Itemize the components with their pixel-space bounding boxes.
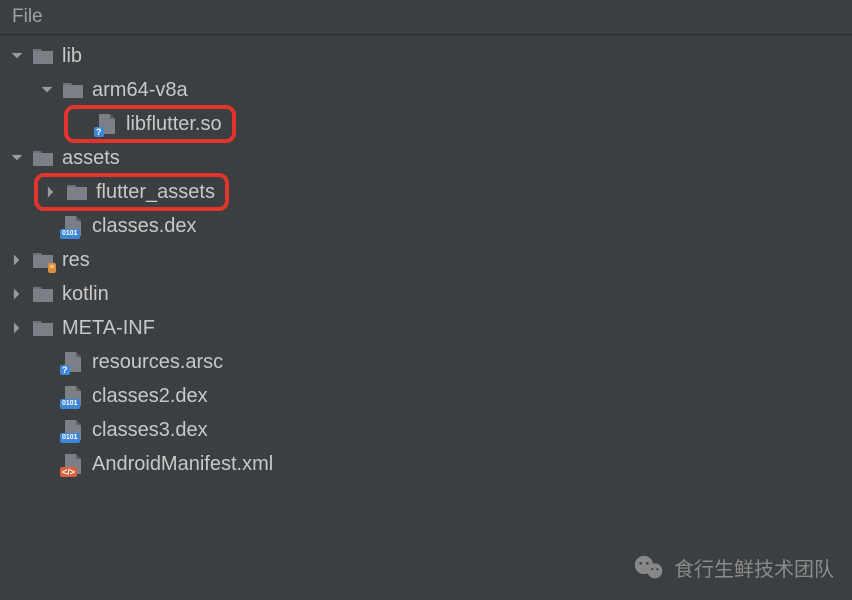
file-binary-icon: 0101 bbox=[62, 215, 84, 237]
highlight-box: flutter_assets bbox=[34, 173, 229, 211]
tree-item-label: AndroidManifest.xml bbox=[92, 453, 273, 476]
folder-icon bbox=[32, 45, 54, 67]
tree-item-label: assets bbox=[62, 147, 120, 170]
chevron-down-icon[interactable] bbox=[8, 47, 26, 65]
chevron-right-icon[interactable] bbox=[8, 319, 26, 337]
folder-icon bbox=[32, 317, 54, 339]
tree-item-label: classes.dex bbox=[92, 215, 197, 238]
folder-res-icon: ≡ bbox=[32, 249, 54, 271]
file-xml-icon: </> bbox=[62, 453, 84, 475]
highlight-box: ? libflutter.so bbox=[64, 105, 236, 143]
watermark-text: 食行生鲜技术团队 bbox=[674, 553, 834, 582]
panel-header: File bbox=[0, 0, 852, 35]
folder-icon bbox=[32, 147, 54, 169]
file-tree: lib arm64-v8a? libflutter.so assets flutter_… bbox=[0, 35, 852, 485]
file-binary-icon: 0101 bbox=[62, 385, 84, 407]
tree-item-label: resources.arsc bbox=[92, 351, 223, 374]
tree-row[interactable]: 0101 classes2.dex bbox=[0, 379, 852, 413]
tree-row[interactable]: arm64-v8a bbox=[0, 73, 852, 107]
wechat-icon bbox=[634, 555, 664, 581]
chevron-right-icon[interactable] bbox=[8, 285, 26, 303]
tree-row[interactable]: META-INF bbox=[0, 311, 852, 345]
tree-item-label: libflutter.so bbox=[126, 113, 222, 136]
chevron-down-icon[interactable] bbox=[8, 149, 26, 167]
tree-row[interactable]: 0101 classes.dex bbox=[0, 209, 852, 243]
file-binary-icon: 0101 bbox=[62, 419, 84, 441]
tree-item-label: res bbox=[62, 249, 90, 272]
tree-item-label: lib bbox=[62, 45, 82, 68]
tree-row[interactable]: ≡ res bbox=[0, 243, 852, 277]
tree-item-label: classes3.dex bbox=[92, 419, 208, 442]
tree-row[interactable]: assets bbox=[0, 141, 852, 175]
folder-icon bbox=[62, 79, 84, 101]
tree-row[interactable]: flutter_assets bbox=[0, 175, 852, 209]
tree-item-label: flutter_assets bbox=[96, 181, 215, 204]
tree-item-label: META-INF bbox=[62, 317, 155, 340]
tree-row[interactable]: lib bbox=[0, 39, 852, 73]
chevron-right-icon[interactable] bbox=[8, 251, 26, 269]
tree-row[interactable]: kotlin bbox=[0, 277, 852, 311]
tree-row[interactable]: </> AndroidManifest.xml bbox=[0, 447, 852, 481]
chevron-right-icon[interactable] bbox=[42, 183, 60, 201]
chevron-down-icon[interactable] bbox=[38, 81, 56, 99]
tree-row[interactable]: 0101 classes3.dex bbox=[0, 413, 852, 447]
file-unknown-icon: ? bbox=[62, 351, 84, 373]
folder-icon bbox=[32, 283, 54, 305]
watermark: 食行生鲜技术团队 bbox=[634, 553, 834, 582]
file-unknown-icon: ? bbox=[96, 113, 118, 135]
panel-title: File bbox=[12, 6, 43, 27]
tree-item-label: kotlin bbox=[62, 283, 109, 306]
tree-item-label: arm64-v8a bbox=[92, 79, 188, 102]
tree-row[interactable]: ? libflutter.so bbox=[0, 107, 852, 141]
tree-row[interactable]: ? resources.arsc bbox=[0, 345, 852, 379]
folder-icon bbox=[66, 181, 88, 203]
tree-item-label: classes2.dex bbox=[92, 385, 208, 408]
